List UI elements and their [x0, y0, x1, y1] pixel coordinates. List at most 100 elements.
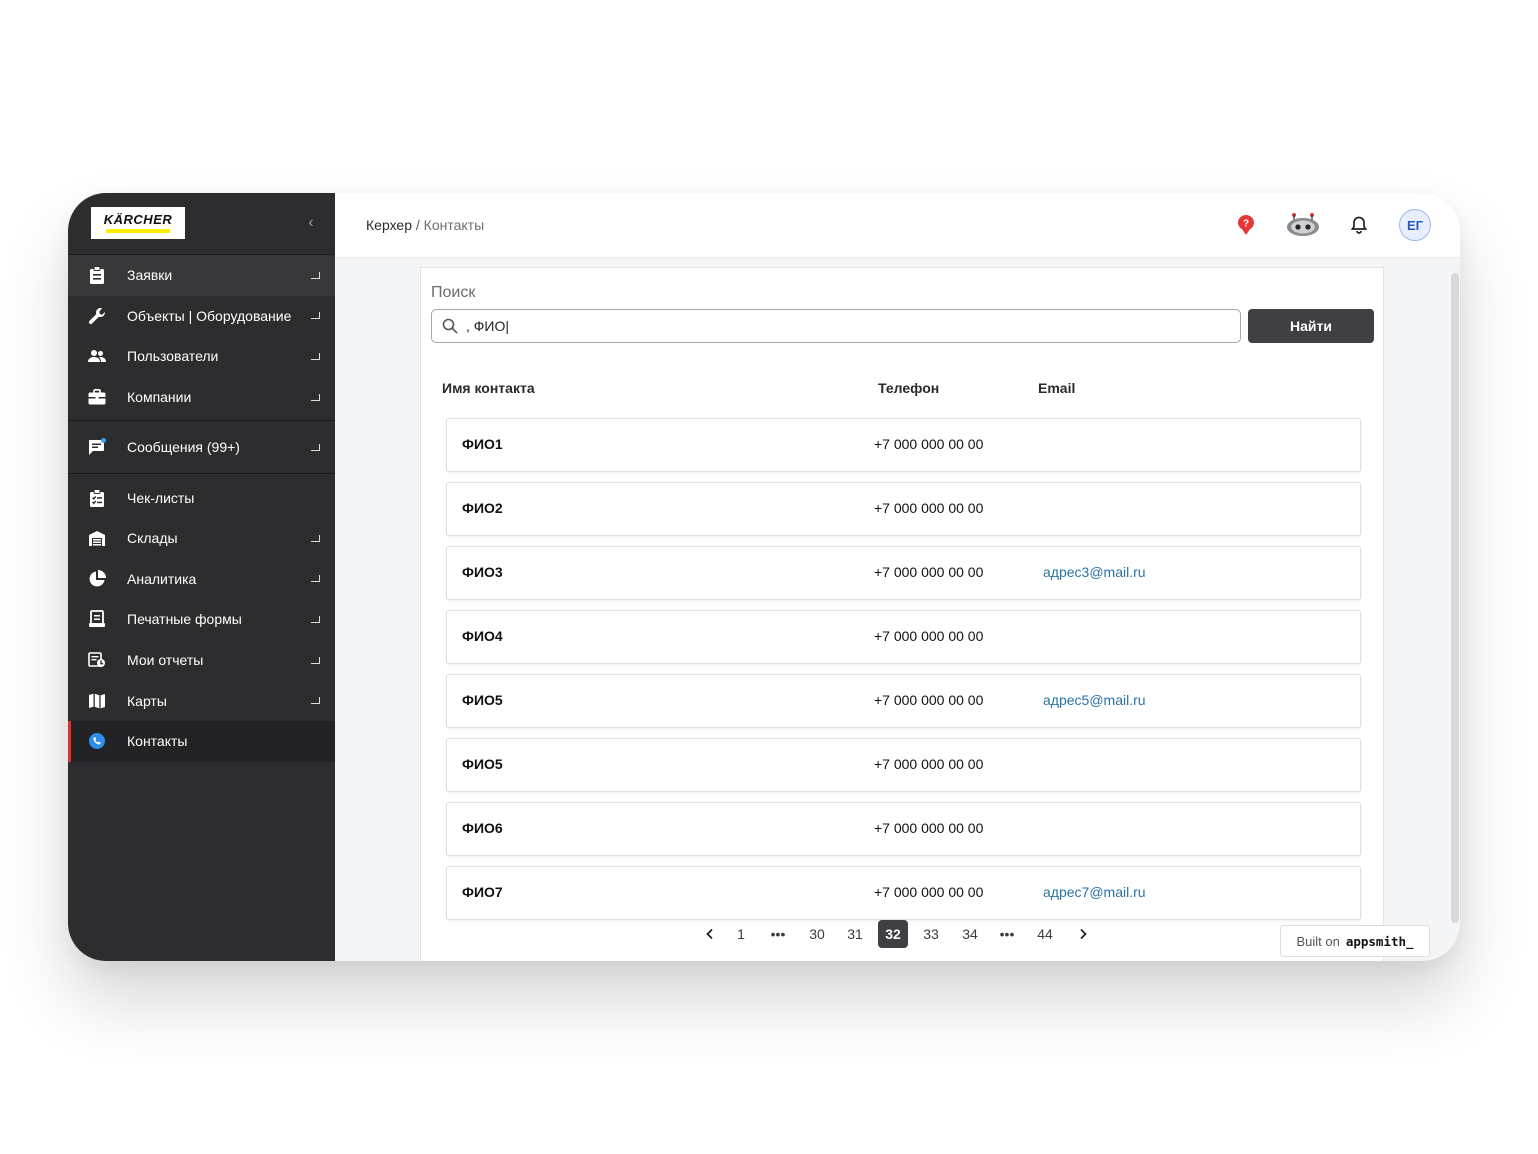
breadcrumb-root[interactable]: Керхер — [366, 217, 412, 233]
page-30[interactable]: 30 — [803, 920, 831, 948]
search-label: Поиск — [431, 284, 476, 301]
sidebar-item-label: Карты — [127, 692, 167, 709]
top-header: Керхер / Контакты ? ЕГ — [335, 193, 1460, 258]
sidebar-item-users[interactable]: Пользователи — [68, 336, 335, 377]
contact-phone: +7 000 000 00 00 — [874, 564, 984, 580]
contact-email[interactable]: адрес3@mail.ru — [1043, 564, 1146, 580]
sidebar-item-contacts[interactable]: Контакты — [68, 720, 335, 762]
breadcrumb-current: Контакты — [423, 217, 485, 233]
column-header-name[interactable]: Имя контакта — [442, 380, 535, 396]
page-33[interactable]: 33 — [917, 920, 945, 948]
chevron-right-icon — [1080, 928, 1087, 940]
table-row[interactable]: ФИО1 +7 000 000 00 00 — [446, 418, 1361, 472]
page-ellipsis[interactable]: ••• — [993, 920, 1021, 948]
prev-page-button[interactable] — [696, 920, 724, 948]
wrench-icon — [88, 307, 106, 325]
sidebar-item-label: Объекты | Оборудование — [127, 307, 292, 324]
sidebar-item-label: Аналитика — [127, 570, 197, 587]
sidebar-item-warehouses[interactable]: Склады — [68, 518, 335, 559]
sidebar-item-label: Сообщения (99+) — [127, 439, 240, 456]
briefcase-icon — [88, 388, 106, 406]
sidebar-item-label: Чек-листы — [127, 489, 195, 506]
expand-icon — [311, 575, 320, 583]
page-31[interactable]: 31 — [841, 920, 869, 948]
contacts-list: ФИО1 +7 000 000 00 00 ФИО2 +7 000 000 00… — [446, 418, 1361, 930]
contact-name: ФИО5 — [462, 692, 503, 708]
sidebar-item-my-reports[interactable]: Мои отчеты — [68, 640, 335, 681]
app-window: KÄRCHER ‹ Заявки Объекты | Оборудование — [68, 193, 1460, 961]
contact-phone: +7 000 000 00 00 — [874, 500, 984, 516]
karcher-logo[interactable]: KÄRCHER — [91, 207, 185, 239]
contact-name: ФИО6 — [462, 820, 503, 836]
search-field[interactable] — [431, 309, 1241, 343]
table-header: Имя контакта Телефон Email — [421, 380, 1383, 400]
expand-icon — [311, 271, 320, 279]
contact-phone: +7 000 000 00 00 — [874, 756, 984, 772]
menu-divider — [68, 420, 335, 422]
page-32-current[interactable]: 32 — [878, 920, 908, 948]
search-input[interactable] — [464, 314, 1228, 338]
pie-chart-icon — [88, 569, 106, 588]
map-icon — [88, 692, 106, 710]
sidebar-item-messages[interactable]: Сообщения (99+) — [68, 424, 335, 470]
sidebar-item-label: Склады — [127, 530, 178, 547]
sidebar-item-requests[interactable]: Заявки — [68, 255, 335, 296]
column-header-email[interactable]: Email — [1038, 380, 1075, 396]
collapse-sidebar-button[interactable]: ‹ — [301, 213, 321, 233]
find-button[interactable]: Найти — [1248, 309, 1374, 343]
page-ellipsis[interactable]: ••• — [764, 920, 792, 948]
table-row[interactable]: ФИО7 +7 000 000 00 00 адрес7@mail.ru — [446, 866, 1361, 920]
page-scrollbar[interactable] — [1451, 273, 1459, 923]
sidebar-item-checklists[interactable]: Чек-листы — [68, 477, 335, 518]
contact-name: ФИО7 — [462, 884, 503, 900]
sidebar-item-label: Пользователи — [127, 348, 219, 365]
sidebar-item-label: Мои отчеты — [127, 652, 204, 669]
page-1[interactable]: 1 — [727, 920, 755, 948]
expand-icon — [311, 534, 320, 542]
contact-email[interactable]: адрес7@mail.ru — [1043, 884, 1146, 900]
chevron-left-icon — [706, 928, 713, 940]
breadcrumb-separator: / — [412, 217, 424, 233]
contact-phone: +7 000 000 00 00 — [874, 820, 984, 836]
pagination: 1 ••• 30 31 32 33 34 ••• 44 — [696, 920, 1096, 950]
table-row[interactable]: ФИО3 +7 000 000 00 00 адрес3@mail.ru — [446, 546, 1361, 600]
built-on-prefix: Built on — [1296, 933, 1340, 949]
table-row[interactable]: ФИО5 +7 000 000 00 00 адрес5@mail.ru — [446, 674, 1361, 728]
sidebar-item-maps[interactable]: Карты — [68, 680, 335, 721]
appsmith-brand: appsmith_ — [1345, 933, 1414, 949]
sidebar-menu: Заявки Объекты | Оборудование Пользовате… — [68, 255, 335, 762]
column-header-phone[interactable]: Телефон — [878, 380, 939, 396]
breadcrumb: Керхер / Контакты — [366, 217, 484, 233]
table-row[interactable]: ФИО6 +7 000 000 00 00 — [446, 802, 1361, 856]
robot-icon[interactable] — [1286, 211, 1320, 239]
table-row[interactable]: ФИО2 +7 000 000 00 00 — [446, 482, 1361, 536]
sidebar-item-print-forms[interactable]: Печатные формы — [68, 599, 335, 640]
search-icon — [442, 318, 458, 339]
expand-icon — [311, 697, 320, 705]
expand-icon — [311, 443, 320, 451]
help-icon[interactable]: ? — [1237, 211, 1255, 239]
users-icon — [88, 347, 106, 365]
contact-email[interactable]: адрес5@mail.ru — [1043, 692, 1146, 708]
table-row[interactable]: ФИО4 +7 000 000 00 00 — [446, 610, 1361, 664]
contact-phone: +7 000 000 00 00 — [874, 692, 984, 708]
built-on-appsmith-badge[interactable]: Built on appsmith_ — [1280, 925, 1430, 957]
next-page-button[interactable] — [1069, 920, 1097, 948]
bell-icon[interactable] — [1351, 211, 1367, 239]
sidebar-item-objects[interactable]: Объекты | Оборудование — [68, 296, 335, 337]
expand-icon — [311, 393, 320, 401]
contacts-panel: Поиск Найти Имя контакта Телефон Email Ф… — [420, 267, 1384, 961]
sidebar-item-companies[interactable]: Компании — [68, 377, 335, 418]
contact-phone: +7 000 000 00 00 — [874, 884, 984, 900]
user-avatar[interactable]: ЕГ — [1399, 209, 1431, 241]
report-icon — [88, 651, 106, 669]
sidebar-item-analytics[interactable]: Аналитика — [68, 559, 335, 600]
clipboard-icon — [88, 266, 106, 285]
table-row[interactable]: ФИО5 +7 000 000 00 00 — [446, 738, 1361, 792]
svg-text:?: ? — [1243, 219, 1249, 230]
expand-icon — [311, 615, 320, 623]
page-44[interactable]: 44 — [1031, 920, 1059, 948]
sidebar-item-label: Контакты — [127, 733, 188, 750]
contact-phone: +7 000 000 00 00 — [874, 628, 984, 644]
page-34[interactable]: 34 — [956, 920, 984, 948]
